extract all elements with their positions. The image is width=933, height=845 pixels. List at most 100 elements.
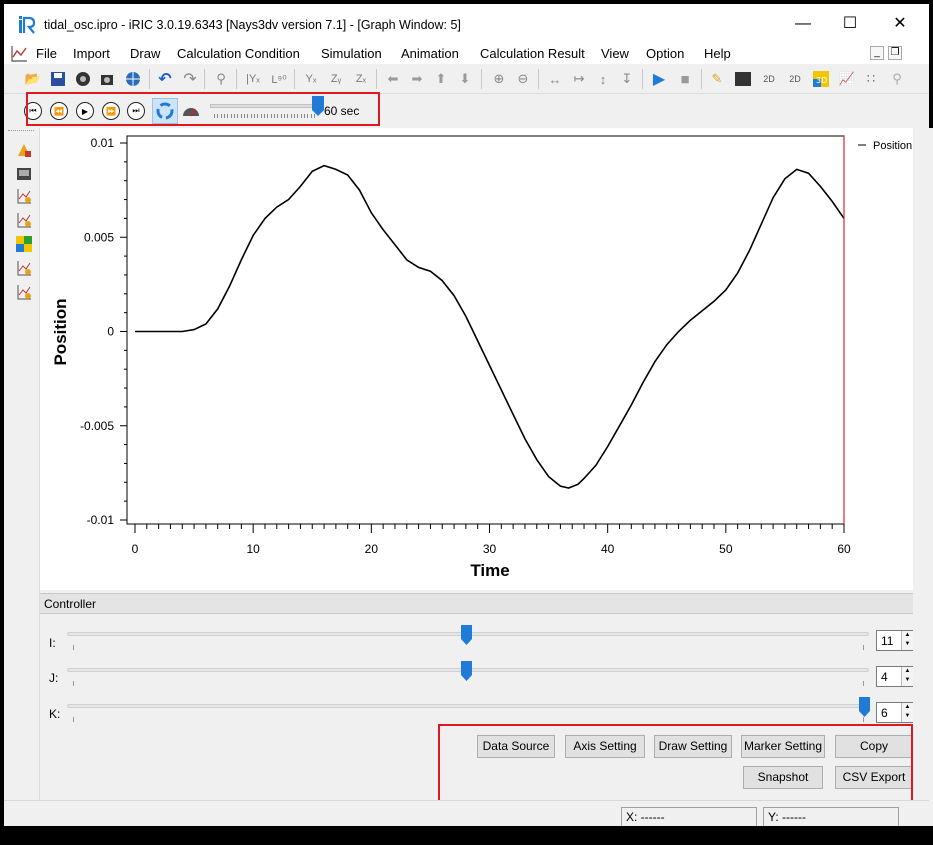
minimize-button[interactable]: — [792, 14, 814, 34]
graph-setting-1-icon[interactable] [16, 188, 32, 204]
run-icon[interactable]: ▶ [650, 70, 668, 88]
arrow-left-icon[interactable]: ⬅ [384, 70, 402, 88]
pencil-icon[interactable]: ✎ [708, 70, 726, 88]
y-axis-label: Position [51, 298, 70, 365]
stop-icon[interactable]: ■ [676, 70, 694, 88]
slider-k-spinbox[interactable]: 6 ▲ ▼ [876, 702, 914, 723]
arrow-down-icon[interactable]: ⬇ [456, 70, 474, 88]
redo-icon[interactable]: ↷ [181, 70, 199, 88]
view-zy-icon[interactable]: Zᵧ [327, 70, 345, 88]
view-2d-bird-icon[interactable]: 2D [786, 70, 804, 88]
x-tick-label: 20 [365, 542, 379, 556]
x-tick-label: 0 [132, 542, 139, 556]
graph-area[interactable]: 0.01 0.005 0 -0.005 -0.01 0 10 20 30 40 50 60 Posi… [40, 128, 913, 590]
mdi-restore-button[interactable]: ❐ [888, 46, 902, 60]
maximize-button[interactable]: ☐ [839, 14, 861, 34]
graph-setting-3-icon[interactable] [16, 260, 32, 276]
view-zx-icon[interactable]: Zₓ [352, 70, 370, 88]
menu-draw[interactable]: Draw [130, 46, 160, 61]
spin-arrows-icon[interactable]: ▲ ▼ [901, 631, 913, 650]
svg-text:3D: 3D [816, 76, 827, 85]
menu-file[interactable]: File [36, 46, 57, 61]
bottom-border [0, 826, 933, 845]
graph-icon[interactable]: 📈 [838, 70, 856, 88]
view-2d-icon[interactable]: 2D [760, 70, 778, 88]
menu-help[interactable]: Help [704, 46, 731, 61]
menu-import[interactable]: Import [73, 46, 110, 61]
animation-highlight-box [26, 92, 380, 126]
multi-camera-icon[interactable] [99, 70, 117, 88]
x-coordinate-readout: X: ------ [621, 807, 757, 827]
left-toolbar [4, 128, 40, 800]
x-tick-label: 60 [837, 542, 851, 556]
shrink-vertical-icon[interactable]: ↧ [618, 70, 636, 88]
x-tick-label: 30 [483, 542, 497, 556]
search-graph-icon[interactable]: ⚲ [888, 70, 906, 88]
slider-i-label: I: [49, 636, 56, 650]
slider-i-spinbox[interactable]: 11 ▲ ▼ [876, 630, 914, 651]
menu-calculation-result[interactable]: Calculation Result [480, 46, 585, 61]
controller-title: Controller [44, 597, 97, 611]
zoom-out-icon[interactable]: ⊖ [514, 70, 532, 88]
menu-view[interactable]: View [601, 46, 629, 61]
x-tick-label: 40 [601, 542, 615, 556]
save-icon[interactable] [49, 70, 67, 88]
x-tick-label: 10 [246, 542, 260, 556]
position-series-line [135, 164, 845, 489]
shrink-horizontal-icon[interactable]: ↦ [570, 70, 588, 88]
background-icon[interactable] [16, 166, 32, 182]
slider-k-label: K: [49, 707, 61, 721]
expand-vertical-icon[interactable]: ↕ [594, 70, 612, 88]
spin-arrows-icon[interactable]: ▲ ▼ [901, 667, 913, 686]
slider-i-handle[interactable] [460, 625, 472, 645]
arrow-up-icon[interactable]: ⬆ [432, 70, 450, 88]
menu-simulation[interactable]: Simulation [321, 46, 382, 61]
buttons-highlight-box [438, 724, 913, 805]
terminal-icon[interactable] [734, 70, 752, 88]
graph-setting-4-icon[interactable] [16, 284, 32, 300]
spin-arrows-icon[interactable]: ▲ ▼ [901, 703, 913, 722]
slider-k-handle[interactable] [859, 697, 870, 717]
main-toolbar: 📂 ↶ ↷ ⚲ |Yₓ L⁹⁰ Yₓ Zᵧ Zₓ ⬅ ➡ ⬆ ⬇ ⊕ ⊖ ↔ ↦… [4, 64, 929, 94]
slider-k-value: 6 [881, 706, 888, 720]
legend-label: Position [873, 140, 912, 152]
mdi-minimize-button[interactable]: _ [870, 46, 884, 60]
title-bar: tidal_osc.ipro - iRIC 3.0.19.6343 [Nays3… [4, 4, 929, 44]
axis-rotate-icon[interactable]: L⁹⁰ [270, 70, 288, 88]
view-yx-icon[interactable]: Yₓ [302, 70, 320, 88]
zoom-box-icon[interactable]: ⚲ [212, 70, 230, 88]
slider-i-value: 11 [881, 634, 894, 648]
contour-3d-icon[interactable] [16, 236, 32, 252]
scatter-icon[interactable]: ∷ [862, 70, 880, 88]
slider-j-value: 4 [881, 670, 888, 684]
menu-animation[interactable]: Animation [401, 46, 459, 61]
arrow-right-icon[interactable]: ➡ [408, 70, 426, 88]
slider-j-spinbox[interactable]: 4 ▲ ▼ [876, 666, 914, 687]
y-coordinate-readout: Y: ------ [763, 807, 899, 827]
view-3d-icon[interactable]: 3D [812, 70, 830, 88]
expand-horizontal-icon[interactable]: ↔ [546, 70, 564, 88]
undo-icon[interactable]: ↶ [156, 70, 174, 88]
x-tick-label: 50 [719, 542, 733, 556]
camera-icon[interactable] [74, 70, 92, 88]
menu-option[interactable]: Option [646, 46, 684, 61]
position-time-chart: 0.01 0.005 0 -0.005 -0.01 0 10 20 30 40 50 60 Posi… [51, 135, 912, 580]
open-folder-icon[interactable]: 📂 [24, 70, 42, 88]
zoom-in-icon[interactable]: ⊕ [490, 70, 508, 88]
y-tick-label: -0.01 [87, 513, 115, 527]
close-button[interactable]: ✕ [889, 14, 911, 34]
iric-logo-icon [19, 16, 36, 34]
draw-settings-icon[interactable] [16, 142, 32, 158]
window-title: tidal_osc.ipro - iRIC 3.0.19.6343 [Nays3… [44, 18, 461, 32]
plot-frame [126, 135, 845, 525]
menu-bar: File Import Draw Calculation Condition S… [4, 44, 929, 64]
slider-k-track[interactable] [67, 704, 869, 708]
slider-j-handle[interactable] [460, 661, 472, 681]
graph-setting-2-icon[interactable] [16, 212, 32, 228]
y-tick-label: 0 [107, 325, 114, 339]
graph-window-icon [11, 46, 27, 62]
axis-x-icon[interactable]: |Yₓ [244, 70, 262, 88]
globe-icon[interactable] [124, 70, 142, 88]
y-tick-label: -0.005 [80, 419, 114, 433]
menu-calculation-condition[interactable]: Calculation Condition [177, 46, 300, 61]
